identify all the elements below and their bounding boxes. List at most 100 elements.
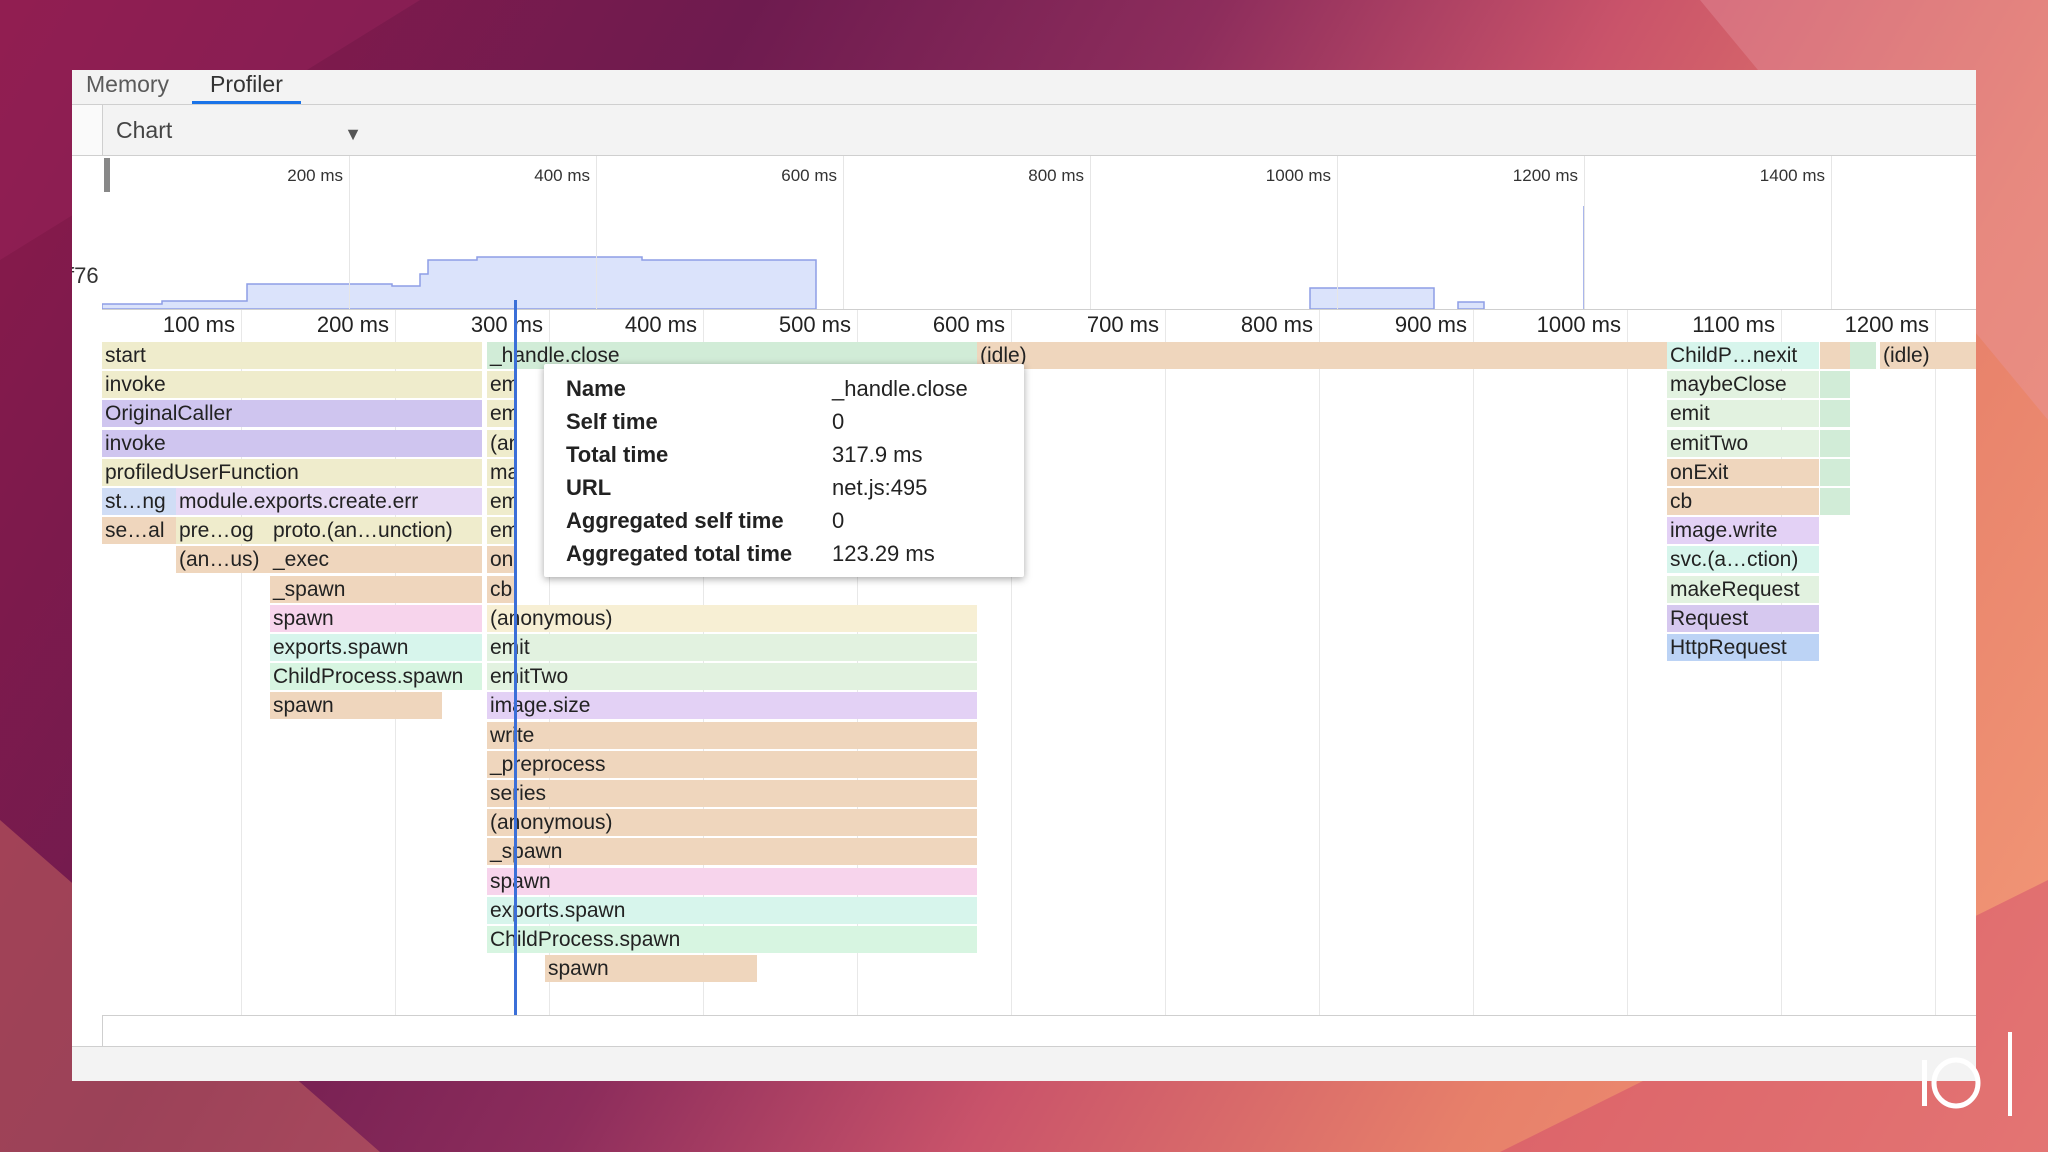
flame-entry[interactable]: (idle) [977, 342, 1697, 369]
flame-entry[interactable]: makeRequest [1667, 575, 1819, 603]
cpu-overview-area-2 [1309, 287, 1435, 309]
flame-entry[interactable]: ChildProcess.spawn [487, 926, 977, 953]
overview-tick-label: 1000 ms [1265, 166, 1331, 185]
flame-entry[interactable]: emit [487, 488, 517, 515]
view-mode-select[interactable]: Chart ▼ [116, 113, 362, 147]
flame-tick-label: 300 ms [470, 312, 543, 337]
flame-entry[interactable]: Request [1667, 604, 1819, 632]
profiler-toolbar: Chart ▼ [72, 105, 1976, 156]
flame-entry[interactable]: spawn [270, 692, 442, 720]
flame-entry[interactable]: onExit [1667, 458, 1819, 486]
flame-tick-label: 1000 ms [1536, 312, 1621, 337]
flame-entry[interactable]: emit [487, 371, 517, 399]
tooltip-key: URL [566, 475, 612, 500]
flame-entry[interactable]: spawn [487, 867, 977, 895]
flame-entry[interactable]: profiledUserFunction [102, 458, 482, 486]
flame-entry[interactable] [1850, 342, 1876, 369]
flame-entry[interactable]: emit [487, 517, 517, 545]
gutter-label: f76 [72, 263, 99, 288]
flame-entry-stub[interactable] [1820, 371, 1850, 399]
flame-entry[interactable]: _preprocess [487, 750, 977, 778]
timeline-overview[interactable]: 200 ms 400 ms 600 ms 800 ms 1000 ms 1200 ms 14… [102, 156, 1976, 310]
flame-entry[interactable]: se…al [102, 517, 176, 545]
tooltip-value: net.js:495 [832, 475, 928, 500]
flame-entry[interactable]: exports.spawn [270, 634, 482, 661]
flame-entry[interactable]: (ano [487, 429, 517, 457]
flame-entry[interactable]: module.exports.create.err [176, 488, 482, 515]
flame-tick-label: 700 ms [1086, 312, 1159, 337]
flame-entry-stub[interactable] [1820, 400, 1850, 428]
tab-memory[interactable]: Memory [86, 70, 169, 100]
flame-entry[interactable]: spawn [545, 955, 757, 983]
flame-entry[interactable]: series [487, 780, 977, 807]
tooltip-key: Aggregated total time [566, 541, 793, 566]
flame-entry[interactable]: invoke [102, 371, 482, 399]
overview-tick-label: 1200 ms [1512, 166, 1578, 185]
tooltip-key: Aggregated self time [566, 508, 784, 533]
overview-gridline [1337, 156, 1338, 309]
flame-gridline [1935, 310, 1936, 1015]
flame-entry[interactable]: emit [1667, 400, 1819, 428]
flame-entry[interactable]: ChildP…nexit [1667, 342, 1819, 369]
flame-entry[interactable]: cb [487, 575, 517, 603]
flame-tick-label: 1100 ms [1692, 312, 1775, 337]
flame-chart[interactable]: 100 ms 200 ms 300 ms 400 ms 500 ms 600 ms 700 … [102, 300, 1976, 1016]
flame-entry[interactable]: _spawn [270, 575, 482, 603]
flame-entry[interactable]: (an…us) [176, 546, 270, 574]
flame-entry[interactable]: (anonymous) [487, 604, 977, 632]
tooltip-value: 317.9 ms [832, 442, 923, 467]
flame-entry[interactable]: (anonymous) [487, 809, 977, 837]
flame-entry[interactable]: emit [487, 400, 517, 428]
flame-entry[interactable]: emit [487, 634, 977, 661]
flame-entry[interactable]: image.size [487, 692, 977, 720]
left-gutter [72, 156, 103, 1081]
flame-entry-stub[interactable] [1820, 488, 1850, 515]
flame-gridline [1473, 310, 1474, 1015]
flame-entry[interactable]: ChildProcess.spawn [270, 663, 482, 691]
flame-entry[interactable]: svc.(a…ction) [1667, 546, 1819, 574]
overview-gridline [843, 156, 844, 309]
tooltip-value: 123.29 ms [832, 541, 935, 566]
overview-range-handle[interactable] [104, 158, 110, 192]
flame-gridline [1165, 310, 1166, 1015]
overview-tick-label: 400 ms [534, 166, 590, 185]
flame-entry[interactable]: start [102, 342, 482, 369]
flame-tick-label: 600 ms [932, 312, 1005, 337]
flame-entry[interactable]: _spawn [487, 838, 977, 866]
flame-entry[interactable] [1820, 342, 1850, 369]
flame-entry[interactable]: st…ng [102, 488, 176, 515]
flame-gridline [1319, 310, 1320, 1015]
flame-entry[interactable]: emitTwo [487, 663, 977, 691]
flame-entry[interactable]: cb [1667, 488, 1819, 515]
flame-entry[interactable]: onEx [487, 546, 517, 574]
flame-entry-stub[interactable] [1820, 429, 1850, 457]
flame-entry[interactable]: pre…og [176, 517, 270, 545]
overview-gridline [1831, 156, 1832, 309]
flame-entry[interactable]: _exec [270, 546, 482, 574]
flame-gridline [1627, 310, 1628, 1015]
flame-tick-label: 400 ms [624, 312, 697, 337]
tooltip-key: Total time [566, 442, 669, 467]
tooltip-value: 0 [832, 508, 845, 533]
overview-gridline [1584, 156, 1585, 309]
overview-tick-label: 200 ms [287, 166, 343, 185]
tab-profiler[interactable]: Profiler [192, 70, 301, 104]
devtools-window: Memory Profiler Chart ▼ f76 200 ms 400 ms… [72, 70, 1976, 1081]
flame-entry[interactable]: emitTwo [1667, 429, 1819, 457]
flame-tick-label: 900 ms [1394, 312, 1467, 337]
flame-entry[interactable]: HttpRequest [1667, 634, 1819, 661]
flame-entry[interactable]: OriginalCaller [102, 400, 482, 428]
flame-entry[interactable]: may [487, 458, 517, 486]
flame-entry[interactable]: write [487, 721, 977, 749]
flame-entry[interactable]: maybeClose [1667, 371, 1819, 399]
flame-tick-label: 200 ms [316, 312, 389, 337]
flame-entry[interactable]: (idle) [1880, 342, 1976, 369]
flame-entry[interactable]: spawn [270, 604, 482, 632]
flame-entry[interactable]: invoke [102, 429, 482, 457]
overview-tick-label: 600 ms [781, 166, 837, 185]
flame-entry[interactable]: proto.(an…unction) [270, 517, 482, 545]
flame-entry[interactable]: image.write [1667, 517, 1819, 545]
flame-entry-stub[interactable] [1820, 458, 1850, 486]
cpu-overview-area-1 [102, 256, 817, 309]
flame-entry[interactable]: exports.spawn [487, 896, 977, 924]
